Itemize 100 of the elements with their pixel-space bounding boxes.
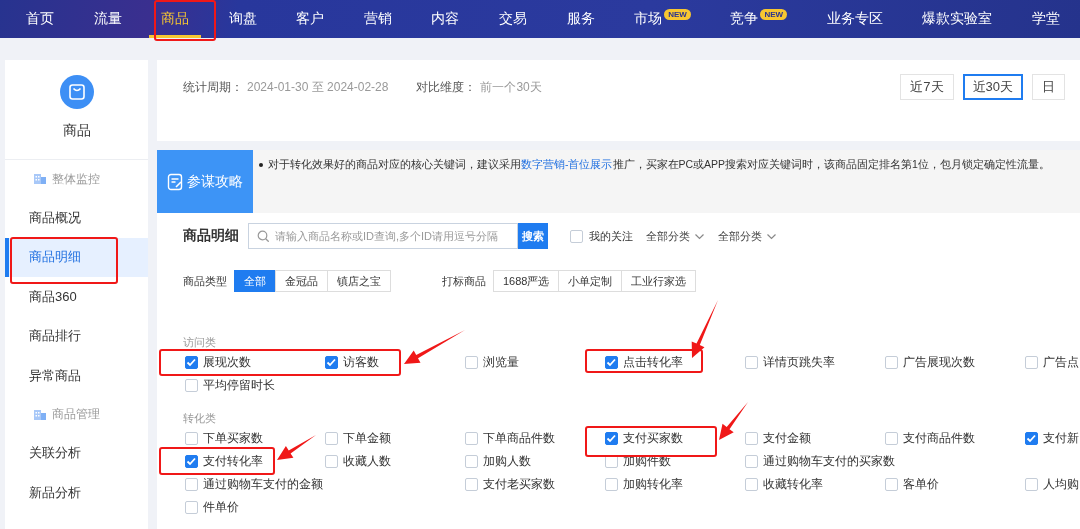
sidebar-item[interactable]: 商品360 [5,277,148,317]
new-badge: NEW [760,8,788,20]
sidebar-item[interactable]: 新品分析 [5,473,148,513]
document-icon [167,172,183,191]
metric-option: 支付新 [1043,431,1079,446]
nav-tab[interactable]: 流量 [81,0,134,38]
metric-option: 下单商品件数 [483,431,555,446]
nav-tab[interactable]: 竞争 NEW [718,0,800,38]
range-button[interactable]: 近7天 [900,74,954,100]
checkbox[interactable] [605,356,618,369]
nav-tab[interactable]: 服务 [554,0,607,38]
checkbox[interactable] [570,229,583,243]
checkbox[interactable] [745,478,758,491]
nav-tab[interactable]: 爆款实验室 [910,0,1005,38]
checkbox[interactable] [1025,356,1038,369]
checkbox[interactable] [465,455,478,468]
metric-option: 人均购 [1043,477,1079,492]
metric-option: 通过购物车支付的金额 [203,477,323,492]
search-button[interactable]: 搜索 [518,223,548,249]
metric-option: 广告点 [1043,355,1079,370]
checkbox[interactable] [885,478,898,491]
filter-label: 打标商品 [442,273,486,289]
nav-tab[interactable]: 交易 [487,0,540,38]
metric-option: 支付买家数 [623,431,683,446]
checkbox[interactable] [605,478,618,491]
checkbox[interactable] [325,432,338,445]
metric-option: 支付商品件数 [903,431,975,446]
period-value: 2024-01-30 至 2024-02-28 [247,78,389,96]
metric-option: 平均停留时长 [203,378,275,393]
building-icon [33,407,47,422]
nav-tab[interactable]: 市场 NEW [622,0,703,38]
nav-tab[interactable]: 商品 [149,0,202,38]
filter-option[interactable]: 工业行家选 [621,270,697,292]
metric-option: 下单金额 [343,431,391,446]
nav-tab[interactable]: 内容 [419,0,472,38]
checkbox[interactable] [1025,432,1038,445]
checkbox[interactable] [745,432,758,445]
promo-link[interactable]: 数字营销-首位展示 [521,158,613,170]
range-button[interactable]: 近30天 [962,74,1023,100]
sidebar-item[interactable]: 商品概况 [5,198,148,238]
category-dropdown[interactable]: 全部分类 [646,228,705,244]
checkbox[interactable] [465,432,478,445]
category-dropdown[interactable]: 全部分类 [718,228,777,244]
checkbox[interactable] [185,356,198,369]
checkbox[interactable] [185,455,198,468]
nav-tab[interactable]: 营销 [351,0,404,38]
filter-option[interactable]: 金冠品 [275,270,328,292]
filter-option[interactable]: 小单定制 [558,270,623,292]
sidebar-item[interactable]: 商品明细 [5,237,148,277]
filter-label: 商品类型 [183,273,227,289]
checkbox[interactable] [325,356,338,369]
metric-option: 详情页跳失率 [763,355,835,370]
checkbox[interactable] [185,501,198,514]
checkbox[interactable] [1025,478,1038,491]
compare-label: 对比维度： [416,78,477,96]
metric-option: 客单价 [903,477,939,492]
filter-option[interactable]: 全部 [234,270,276,292]
checkbox[interactable] [745,455,758,468]
checkbox[interactable] [185,432,198,445]
metric-option: 加购转化率 [623,477,683,492]
sidebar-item[interactable]: 商品排行 [5,316,148,356]
bullet-dot [259,163,263,167]
new-badge: NEW [664,8,691,20]
metric-option: 收藏转化率 [763,477,823,492]
metric-option: 件单价 [203,500,239,515]
annotation-arrow [719,402,748,440]
metric-option: 收藏人数 [343,454,391,469]
metric-option: 支付金额 [763,431,811,446]
filter-option[interactable]: 1688严选 [493,270,560,292]
tip-text: 对于转化效果好的商品对应的核心关键词，建议采用数字营销-首位展示推广，买家在PC或APP搜索对应关键词时，该商品固定排名第1位，包月锁定确定性流量。 [268,158,1050,172]
metric-option: 展现次数 [203,355,251,370]
compare-value: 前一个30天 [480,78,542,96]
sidebar-item[interactable]: 异常商品 [5,356,148,396]
checkbox[interactable] [885,356,898,369]
nav-tab[interactable]: 询盘 [216,0,269,38]
metric-option: 加购人数 [483,454,531,469]
nav-tab[interactable]: 首页 [14,0,66,38]
annotation-box [154,0,216,41]
nav-tab[interactable]: 客户 [284,0,337,38]
checkbox[interactable] [325,455,338,468]
checkbox[interactable] [885,432,898,445]
checkbox[interactable] [465,478,478,491]
checkbox[interactable] [185,379,198,392]
checkbox[interactable] [605,432,618,445]
checkbox[interactable] [465,356,478,369]
nav-tab[interactable]: 学堂 [1019,0,1072,38]
metric-option: 广告展现次数 [903,355,975,370]
tip-title: 参谋攻略 [187,172,243,191]
checkbox[interactable] [745,356,758,369]
metric-option: 下单买家数 [203,431,263,446]
search-icon [257,230,269,242]
checkbox[interactable] [185,478,198,491]
filter-option[interactable]: 镇店之宝 [327,270,391,292]
metric-option: 访客数 [343,355,379,370]
sidebar-item[interactable]: 关联分析 [5,433,148,473]
annotation-arrow [277,435,316,460]
nav-tab[interactable]: 业务专区 [814,0,895,38]
group-title: 转化类 [183,411,217,426]
search-field[interactable]: 请输入商品名称或ID查询,多个ID请用逗号分隔 [248,223,518,249]
range-button[interactable]: 日 [1032,74,1065,100]
